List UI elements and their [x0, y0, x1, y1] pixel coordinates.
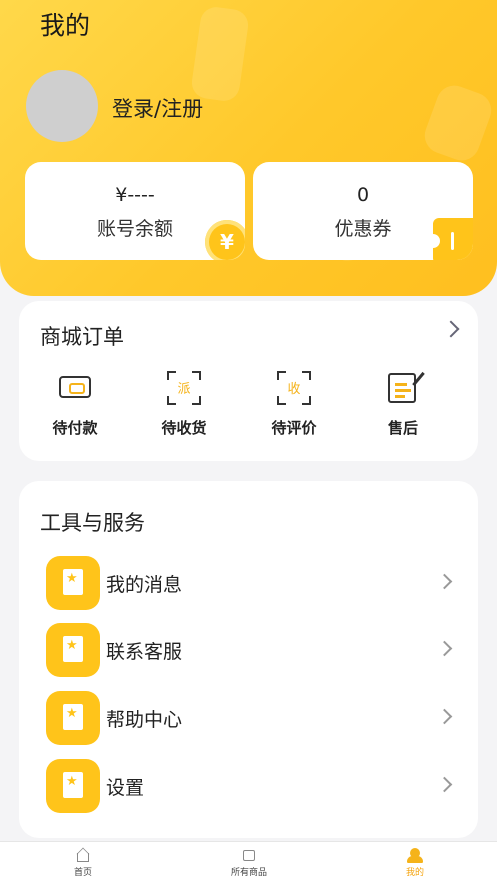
deliver-icon: 派	[167, 371, 201, 405]
after-sale-icon	[386, 371, 425, 405]
chevron-right-icon	[436, 573, 453, 590]
profile-header: 我的 登录/注册 ¥---- 账号余额 ¥ 0 优惠券	[0, 0, 497, 296]
order-item-label: 待收货	[161, 419, 207, 437]
service-item-label: 我的消息	[106, 574, 183, 596]
order-pending-payment[interactable]: 待付款	[30, 371, 120, 438]
service-item-label: 设置	[106, 777, 145, 799]
review-icon: 收	[277, 371, 311, 405]
balance-value: ¥----	[115, 184, 155, 206]
service-item-label: 帮助中心	[106, 709, 183, 731]
chevron-right-icon	[436, 708, 453, 725]
coupon-count: 0	[356, 184, 370, 206]
service-item-help[interactable]: 帮助中心	[46, 691, 456, 745]
wallet-icon	[58, 371, 92, 405]
balance-card[interactable]: ¥---- 账号余额 ¥	[25, 162, 245, 260]
services-title: 工具与服务	[40, 511, 145, 535]
chevron-right-icon	[436, 776, 453, 793]
orders-title: 商城订单	[40, 325, 124, 349]
bag-icon	[241, 848, 257, 862]
avatar[interactable]	[26, 70, 98, 142]
orders-panel: 商城订单 待付款 派 待收货 收 待评价 售后	[19, 301, 478, 461]
chevron-right-icon[interactable]	[442, 320, 460, 338]
order-pending-review[interactable]: 收 待评价	[249, 371, 339, 438]
tab-home[interactable]: 首页	[43, 847, 123, 878]
ticket-icon	[426, 218, 473, 260]
order-item-label: 待付款	[52, 419, 98, 437]
services-panel: 工具与服务 我的消息 联系客服 帮助中心 设置	[19, 481, 478, 838]
decor-shape	[189, 5, 251, 103]
order-after-sale[interactable]: 售后	[358, 371, 448, 438]
order-item-label: 待评价	[271, 419, 317, 437]
page-title: 我的	[40, 11, 91, 40]
service-item-label: 联系客服	[106, 641, 183, 663]
yuan-coin-icon: ¥	[205, 220, 245, 260]
user-icon	[407, 848, 423, 863]
decor-shape	[419, 80, 497, 166]
service-item-support[interactable]: 联系客服	[46, 623, 456, 677]
star-badge-icon	[46, 556, 100, 610]
coupon-card[interactable]: 0 优惠券	[253, 162, 473, 260]
tab-all-products[interactable]: 所有商品	[209, 848, 289, 878]
order-pending-receipt[interactable]: 派 待收货	[139, 371, 229, 438]
chevron-right-icon	[436, 640, 453, 657]
tab-label: 首页	[73, 868, 92, 878]
service-item-settings[interactable]: 设置	[46, 759, 456, 813]
login-register-link[interactable]: 登录/注册	[112, 93, 203, 123]
tab-label: 所有商品	[230, 868, 267, 878]
star-badge-icon	[46, 691, 100, 745]
service-item-messages[interactable]: 我的消息	[46, 556, 456, 610]
star-badge-icon	[46, 759, 100, 813]
tab-label: 我的	[405, 868, 424, 878]
star-badge-icon	[46, 623, 100, 677]
bottom-tab-bar: 首页 所有商品 我的	[0, 841, 497, 883]
home-icon	[75, 847, 91, 862]
order-item-label: 售后	[387, 419, 418, 437]
tab-mine[interactable]: 我的	[375, 848, 455, 878]
